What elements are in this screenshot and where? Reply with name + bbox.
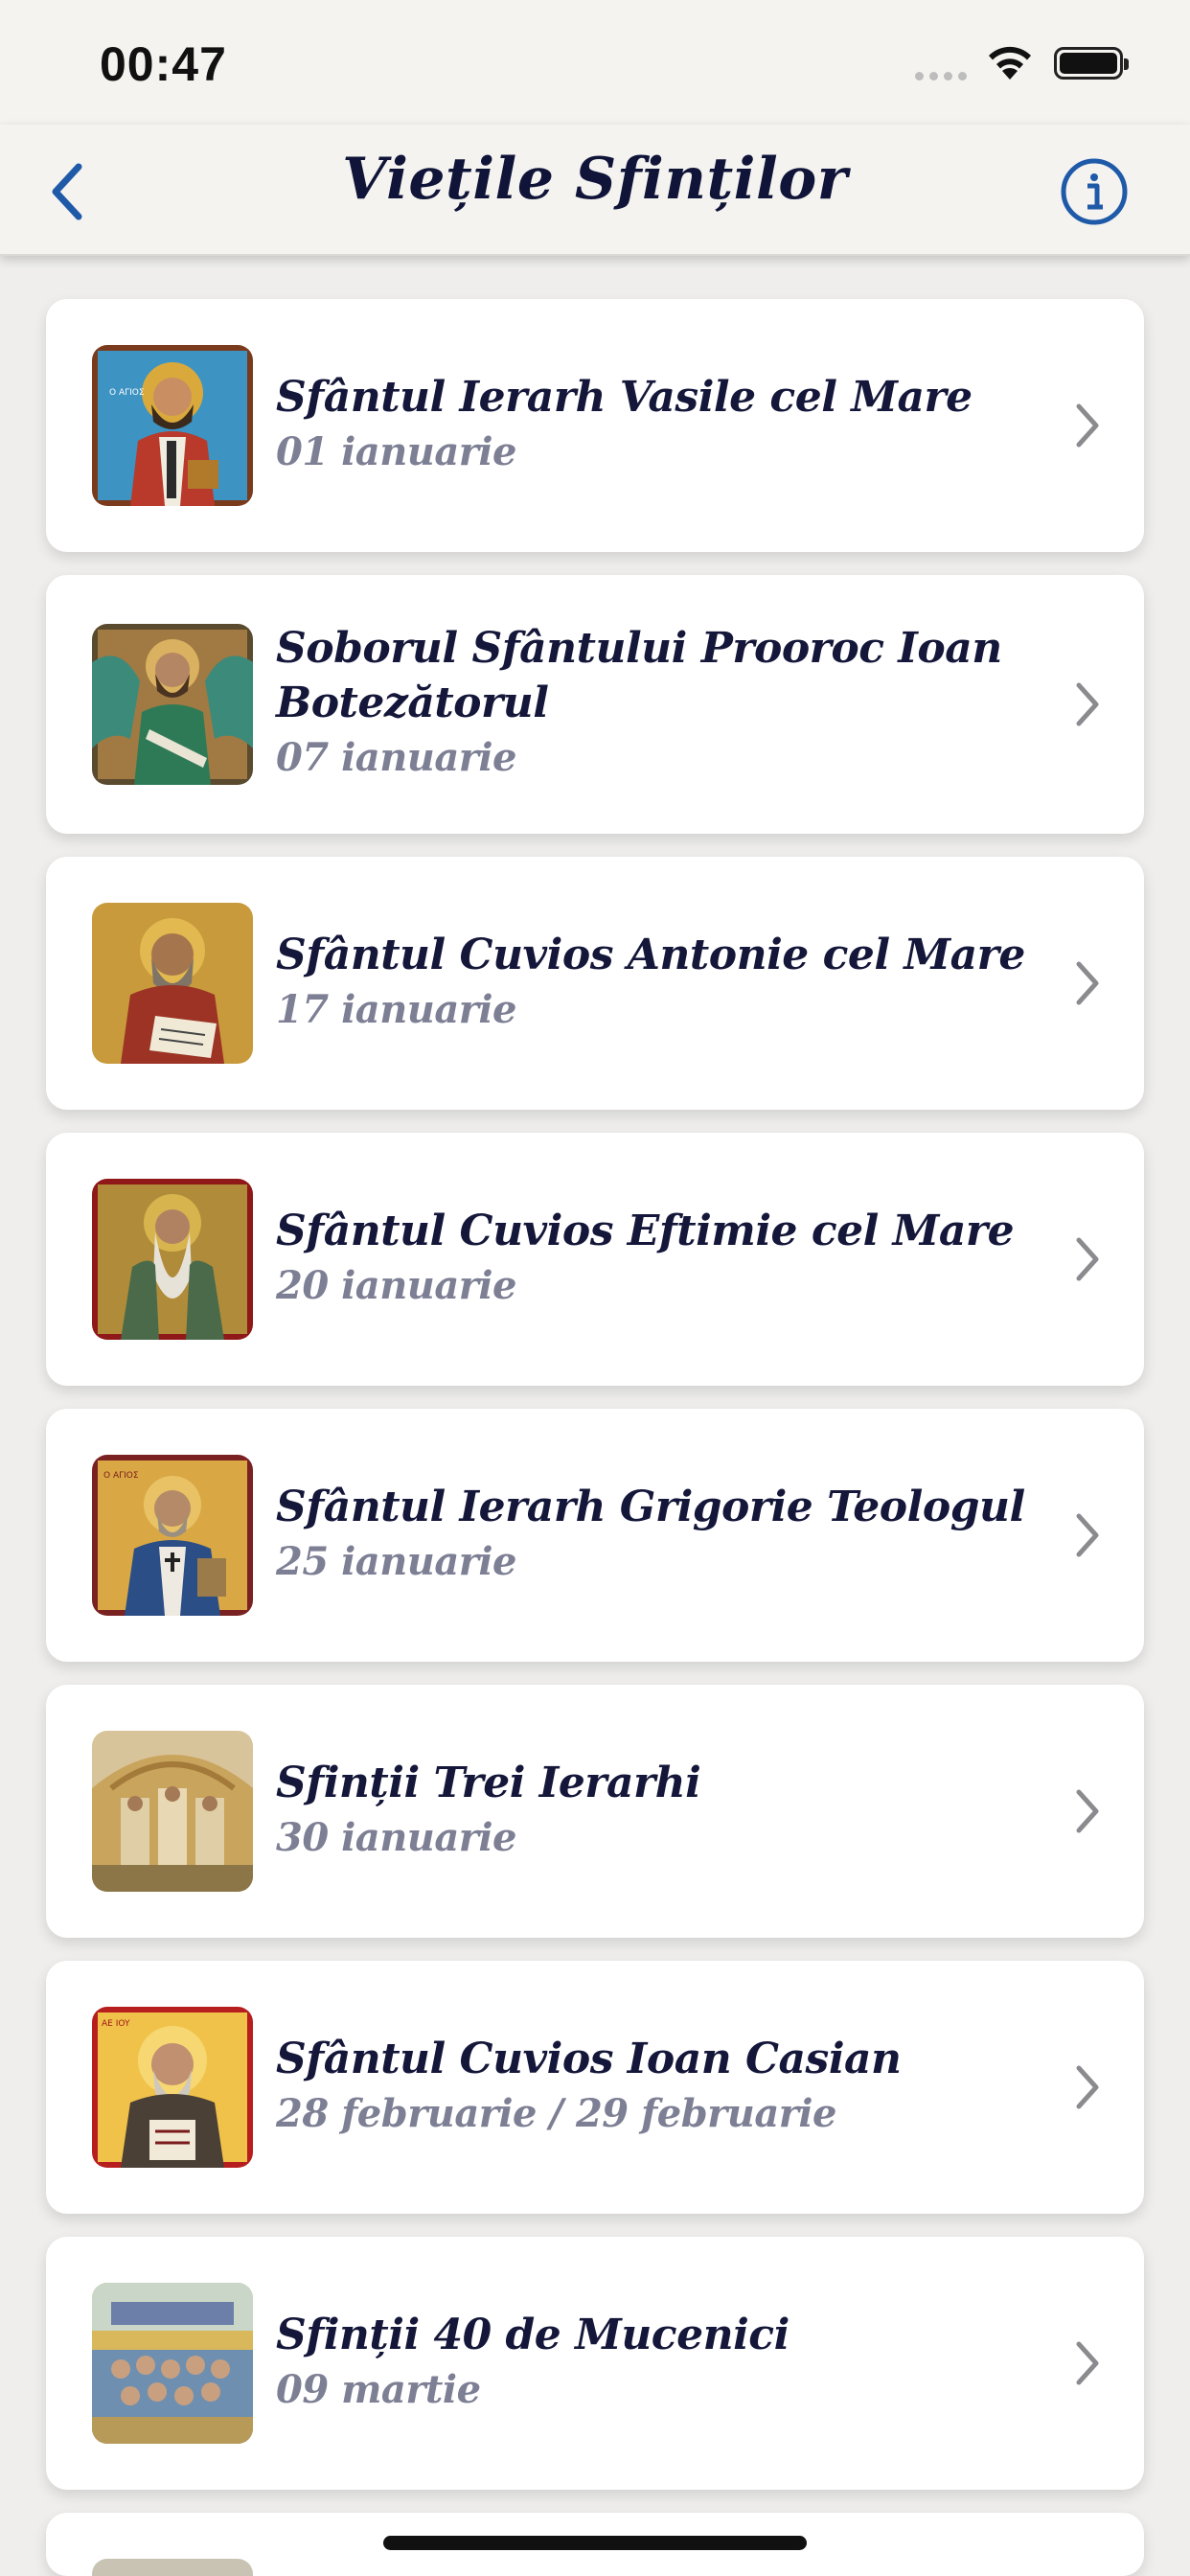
chevron-right-icon bbox=[1076, 2341, 1099, 2385]
saint-list-item[interactable]: AE IOY Sfântul Cuvios Ioan Casian 28 feb… bbox=[46, 1961, 1144, 2214]
home-indicator[interactable] bbox=[383, 2536, 807, 2550]
chevron-right-icon bbox=[1076, 403, 1099, 448]
saint-icon-image: AE IOY bbox=[92, 2007, 253, 2168]
saint-name: Sfântul Ierarh Grigorie Teologul bbox=[276, 1483, 1025, 1531]
chevron-right-icon bbox=[1076, 1513, 1099, 1557]
cellular-signal-icon bbox=[915, 72, 967, 80]
saint-name: Sfinții 40 de Mucenici bbox=[276, 2311, 790, 2359]
saint-name: Sfinții Trei Ierarhi bbox=[276, 1759, 701, 1807]
chevron-right-icon bbox=[1076, 961, 1099, 1005]
saint-date: 25 ianuarie bbox=[276, 1539, 517, 1584]
saint-date: 17 ianuarie bbox=[276, 987, 517, 1032]
chevron-left-icon bbox=[52, 163, 82, 220]
saint-name: Sfântul Cuvios Antonie cel Mare bbox=[276, 931, 1025, 979]
saint-name: Sfântul Ierarh Vasile cel Mare bbox=[276, 373, 973, 422]
chevron-right-icon bbox=[1076, 1237, 1099, 1281]
saint-date: 28 februarie / 29 februarie bbox=[276, 2091, 836, 2136]
svg-text:O AΓIOΣ: O AΓIOΣ bbox=[103, 1471, 139, 1481]
saint-icon-image bbox=[92, 2559, 253, 2576]
saint-name: Sfântul Cuvios Eftimie cel Mare bbox=[276, 1207, 1015, 1255]
svg-text:O ΑΓΙΟΣ: O ΑΓΙΟΣ bbox=[109, 388, 145, 398]
saint-icon-image bbox=[92, 903, 253, 1064]
saint-icon-image: O ΑΓΙΟΣ bbox=[92, 345, 253, 506]
battery-icon bbox=[1054, 47, 1129, 80]
saint-icon-image bbox=[92, 1179, 253, 1340]
saint-list-item[interactable]: Sfinții Trei Ierarhi 30 ianuarie bbox=[46, 1685, 1144, 1938]
page-title: Viețile Sfinților bbox=[342, 146, 848, 213]
saint-icon-image bbox=[92, 2283, 253, 2444]
saint-list-item[interactable]: Sfântul Cuvios Antonie cel Mare 17 ianua… bbox=[46, 857, 1144, 1110]
navigation-bar: Viețile Sfinților bbox=[0, 125, 1190, 256]
chevron-right-icon bbox=[1076, 682, 1099, 726]
status-time: 00:47 bbox=[100, 37, 227, 91]
saint-list-item[interactable]: Sfântul Cuvios Eftimie cel Mare 20 ianua… bbox=[46, 1133, 1144, 1386]
saint-date: 01 ianuarie bbox=[276, 429, 517, 474]
saint-name: Soborul Sfântului Prooroc Ioan Botezător… bbox=[276, 624, 1002, 727]
saint-list-item[interactable]: O ΑΓΙΟΣ Sfântul Ierarh Vasile cel Mare 0… bbox=[46, 299, 1144, 552]
chevron-right-icon bbox=[1076, 2065, 1099, 2109]
back-button[interactable] bbox=[29, 153, 105, 230]
saint-date: 09 martie bbox=[276, 2367, 481, 2412]
saint-icon-image bbox=[92, 624, 253, 785]
info-button[interactable] bbox=[1059, 156, 1130, 227]
svg-text:AE IOY: AE IOY bbox=[102, 2019, 130, 2029]
saint-icon-image bbox=[92, 1731, 253, 1892]
saint-list-item[interactable]: O AΓIOΣ Sfântul Ierarh Grigorie Teologul… bbox=[46, 1409, 1144, 1662]
saint-icon-image: O AΓIOΣ bbox=[92, 1455, 253, 1616]
status-bar: 00:47 bbox=[0, 0, 1190, 125]
saint-list-item[interactable]: Sfinții 40 de Mucenici 09 martie bbox=[46, 2237, 1144, 2490]
chevron-right-icon bbox=[1076, 1789, 1099, 1833]
saint-date: 20 ianuarie bbox=[276, 1263, 517, 1308]
saint-list-item[interactable]: Soborul Sfântului Prooroc Ioan Botezător… bbox=[46, 575, 1144, 834]
wifi-icon bbox=[989, 46, 1031, 80]
saint-date: 30 ianuarie bbox=[276, 1815, 517, 1860]
saint-name: Sfântul Cuvios Ioan Casian bbox=[276, 2035, 902, 2083]
saint-date: 07 ianuarie bbox=[276, 735, 517, 780]
